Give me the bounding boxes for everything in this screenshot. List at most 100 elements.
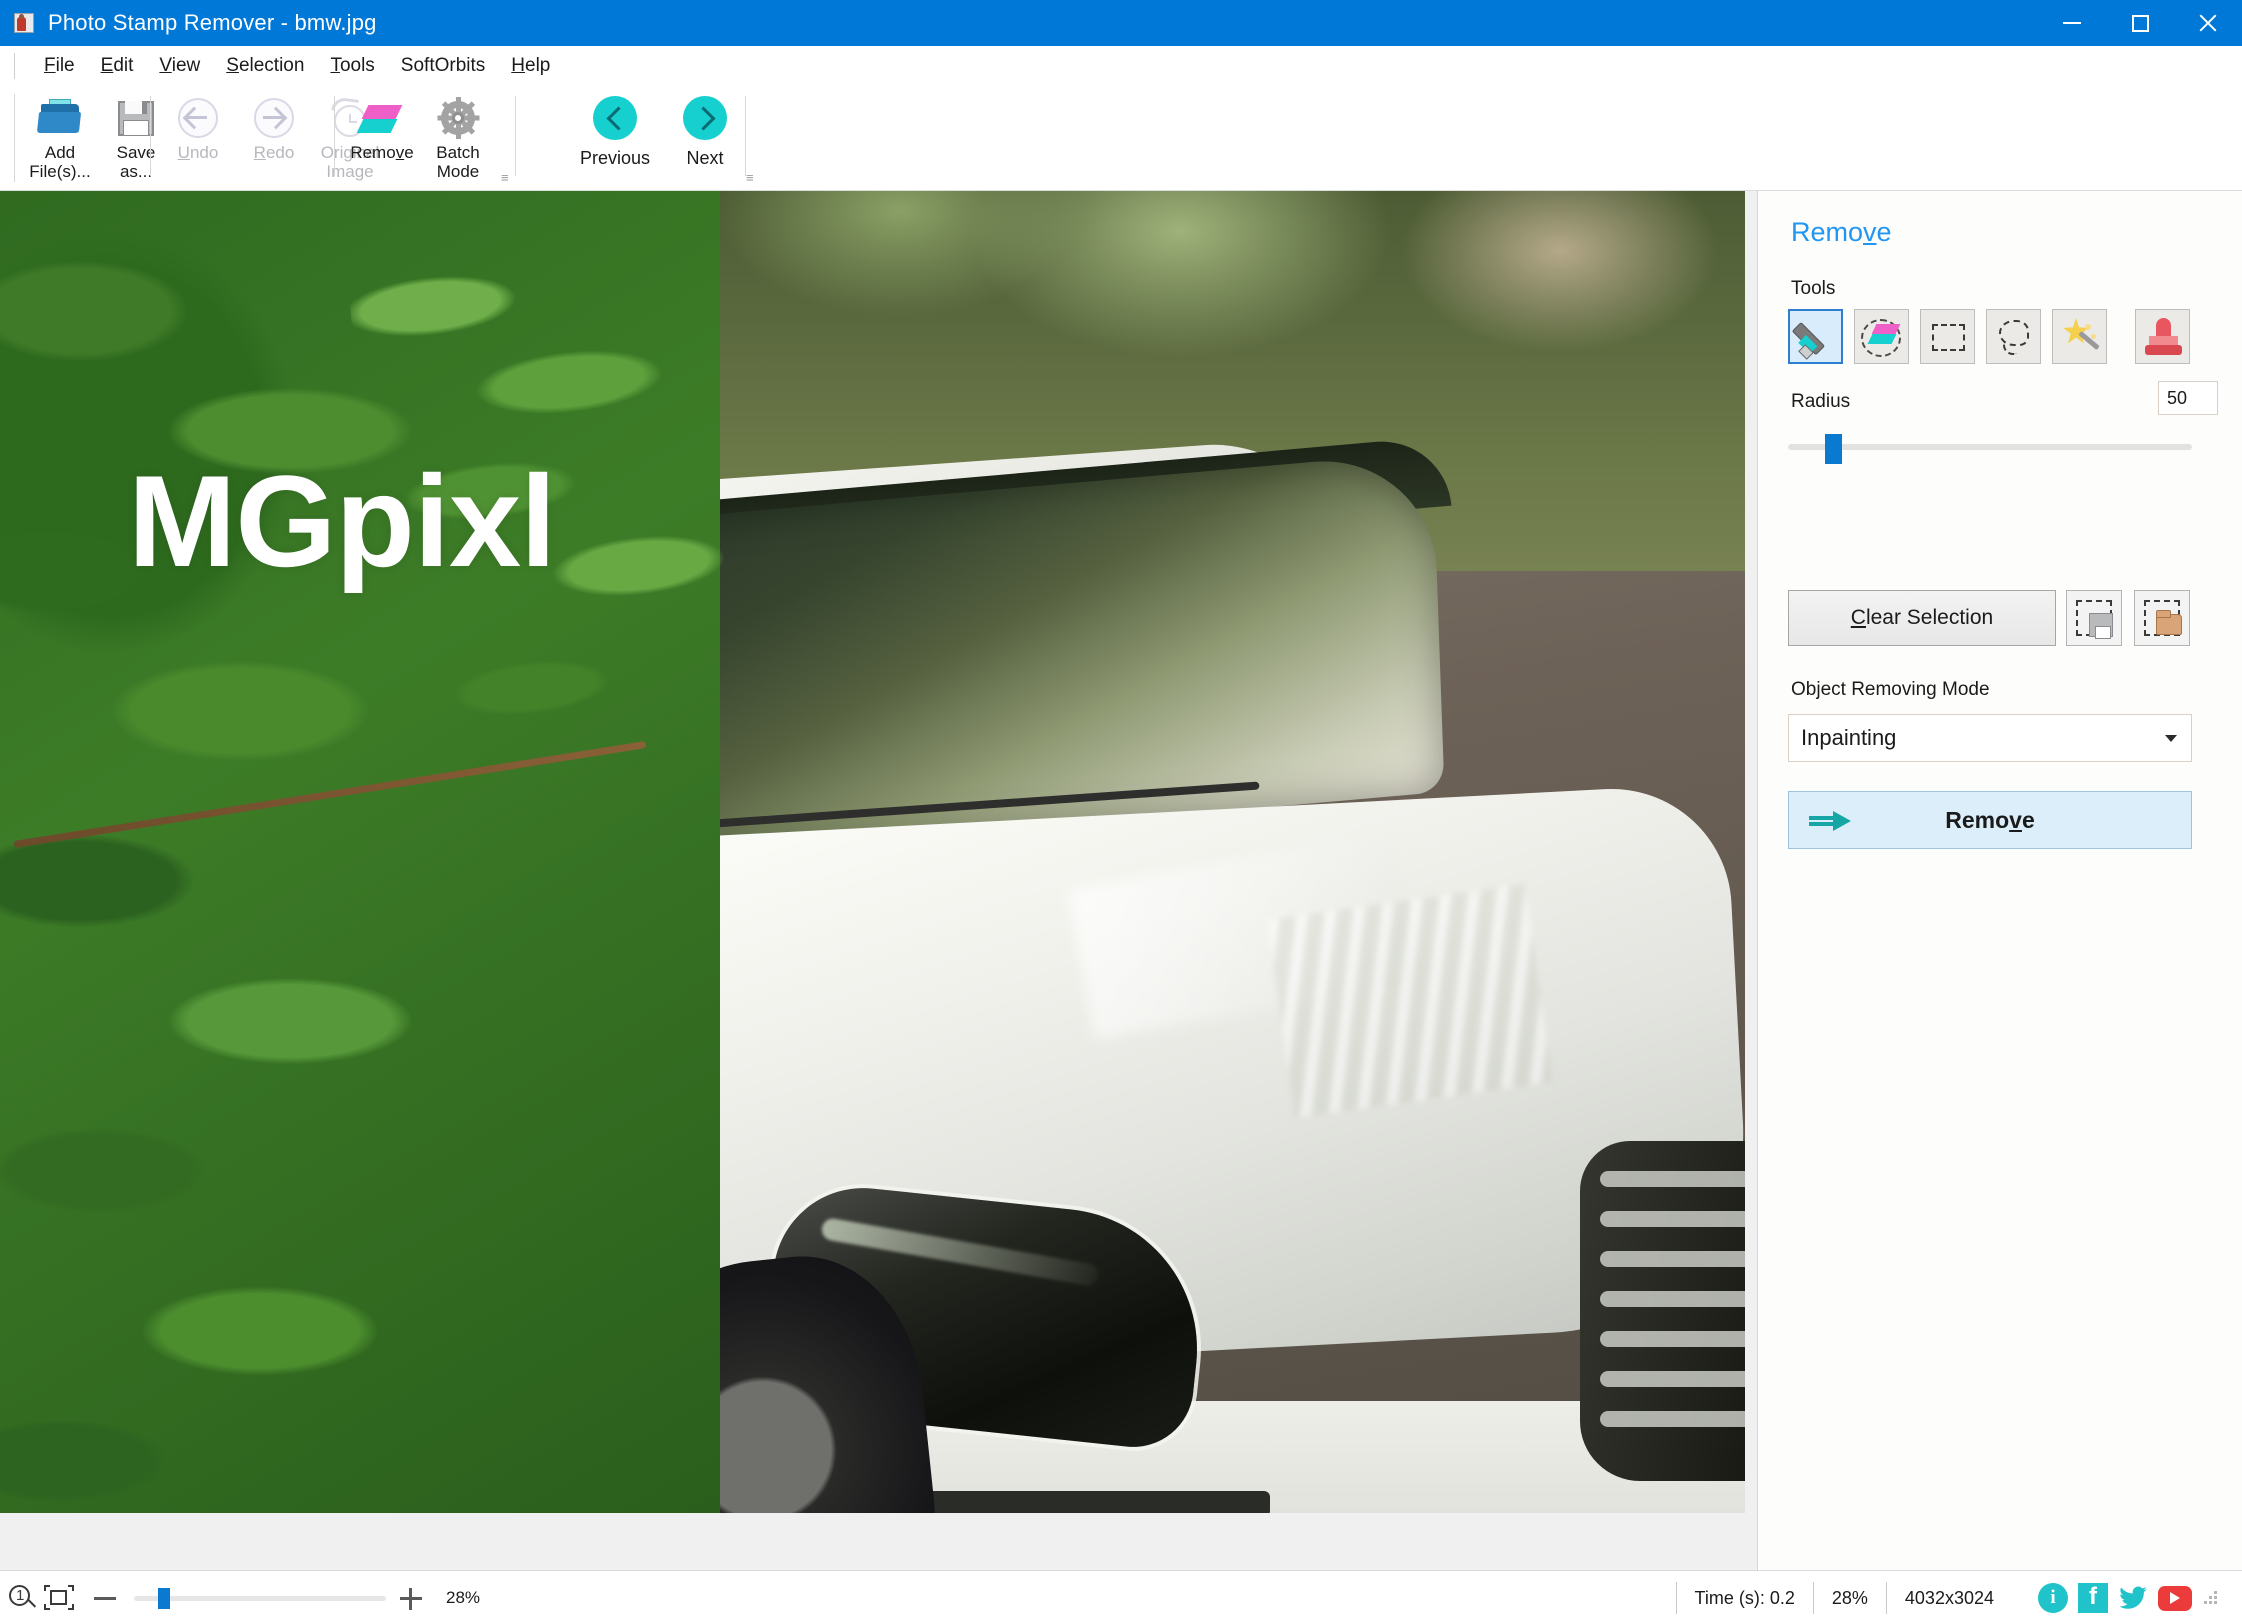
youtube-icon[interactable] [2158, 1585, 2192, 1611]
status-time: Time (s): 0.2 [1675, 1582, 1813, 1614]
remove-button[interactable]: Remove [1788, 791, 2192, 849]
menu-grip [14, 53, 17, 79]
status-zoom-percent: 28% [1812, 1582, 1886, 1614]
batch-mode-button[interactable]: Batch Mode [420, 90, 496, 181]
status-dimensions: 4032x3024 [1885, 1582, 2012, 1614]
remove-icon [356, 96, 405, 140]
toolbar-separator-4 [745, 96, 746, 176]
window-controls [2038, 0, 2242, 46]
add-files-label: Add File(s)... [29, 143, 91, 181]
toolbar-grip [14, 94, 17, 182]
zoom-slider[interactable] [134, 1581, 386, 1615]
toolbar-expander-2[interactable]: ≡ [746, 171, 754, 184]
rectangle-select-tool-button[interactable] [1920, 309, 1975, 364]
undo-label: Undo [177, 143, 219, 162]
marker-tool-button[interactable] [1788, 309, 1843, 364]
toolbar-separator-2 [334, 96, 335, 176]
window-title: Photo Stamp Remover - bmw.jpg [48, 10, 377, 35]
add-files-button[interactable]: Add File(s)... [22, 90, 98, 181]
next-button[interactable]: Next [660, 90, 750, 169]
clear-selection-button[interactable]: Clear Selection [1788, 590, 2056, 646]
redo-button[interactable]: Redo [236, 90, 312, 162]
social-links [2012, 1580, 2242, 1613]
arrow-right-icon [1809, 810, 1853, 832]
save-selection-button[interactable] [2066, 590, 2122, 646]
zoom-out-button[interactable] [88, 1581, 122, 1615]
menu-item-file[interactable]: File [31, 52, 88, 80]
remove-toolbar-button[interactable]: Remove [344, 90, 420, 162]
toolbar-expander-1[interactable]: ≡ [501, 171, 509, 184]
title-bar: Photo Stamp Remover - bmw.jpg [0, 0, 2242, 46]
previous-button[interactable]: Previous [570, 90, 660, 169]
photo-image[interactable]: MGpixl [0, 191, 1745, 1513]
image-canvas-area[interactable]: MGpixl [0, 191, 1758, 1570]
menu-item-softorbits[interactable]: SoftOrbits [388, 52, 498, 80]
load-selection-button[interactable] [2134, 590, 2190, 646]
menu-item-help[interactable]: Help [498, 52, 563, 80]
minimize-button[interactable] [2038, 0, 2106, 46]
panel-title: Remove [1791, 217, 1892, 247]
watermark-text: MGpixl [128, 448, 556, 594]
radius-label: Radius [1791, 391, 1851, 412]
previous-arrow-icon [593, 96, 637, 140]
close-button[interactable] [2174, 0, 2242, 46]
menu-bar: File Edit View Selection Tools SoftOrbit… [0, 46, 2242, 86]
zoom-percent-left: 28% [446, 1588, 481, 1607]
toolbar-group-file: Add File(s)... Save as... [22, 90, 174, 187]
status-bar-right: Time (s): 0.2 28% 4032x3024 [1675, 1571, 2242, 1624]
clone-stamp-tool-button[interactable] [2135, 309, 2190, 364]
remove-toolbar-label: Remove [350, 143, 414, 162]
tools-row [1788, 309, 2190, 364]
zoom-controls: 1 28% [6, 1581, 480, 1615]
radius-slider[interactable] [1788, 434, 2192, 464]
twitter-icon[interactable] [2118, 1583, 2148, 1613]
close-icon [2197, 12, 2219, 34]
next-arrow-icon [683, 96, 727, 140]
folder-icon [2156, 610, 2182, 635]
menu-item-selection[interactable]: Selection [213, 52, 317, 80]
zoom-fit-to-window-icon[interactable] [42, 1581, 76, 1615]
minimize-icon [2063, 22, 2081, 24]
lasso-select-tool-button[interactable] [1986, 309, 2041, 364]
redo-icon [251, 96, 297, 140]
info-icon[interactable] [2038, 1583, 2068, 1613]
radius-slider-track [1788, 444, 2192, 450]
object-removing-mode-select[interactable]: Inpainting [1788, 714, 2192, 762]
tool-bar: Add File(s)... Save as... Undo Redo Orig… [0, 86, 2242, 191]
toolbar-group-navigation: Previous Next ≡ [570, 90, 754, 187]
batch-mode-label: Batch Mode [436, 143, 480, 181]
status-bar: 1 28% Time (s): 0.2 28% 4032x3024 [0, 1570, 2242, 1624]
maximize-button[interactable] [2106, 0, 2174, 46]
toolbar-separator-3 [515, 96, 516, 176]
toolbar-separator-1 [150, 96, 151, 176]
undo-button[interactable]: Undo [160, 90, 236, 162]
radius-slider-thumb[interactable] [1825, 434, 1842, 464]
tools-label: Tools [1791, 278, 1836, 299]
remove-panel: Remove Tools Radius 50 Clear Selection O… [1759, 191, 2242, 1570]
maximize-icon [2131, 14, 2149, 32]
zoom-actual-size-icon[interactable]: 1 [6, 1581, 40, 1615]
menu-item-edit[interactable]: Edit [88, 52, 147, 80]
next-label: Next [686, 148, 724, 168]
previous-label: Previous [579, 148, 651, 168]
eraser-tool-button[interactable] [1854, 309, 1909, 364]
chevron-down-icon [2165, 735, 2177, 742]
resize-grip[interactable] [2202, 1589, 2220, 1607]
magic-wand-tool-button[interactable] [2052, 309, 2107, 364]
radius-input[interactable]: 50 [2158, 381, 2218, 415]
menu-item-view[interactable]: View [146, 52, 213, 80]
toolbar-group-actions: Remove Batch Mode ≡ [344, 90, 509, 187]
floppy-disk-icon [113, 96, 159, 140]
redo-label: Redo [253, 143, 295, 162]
facebook-icon[interactable] [2078, 1580, 2108, 1613]
zoom-slider-thumb[interactable] [158, 1588, 170, 1609]
object-removing-mode-label: Object Removing Mode [1791, 679, 1990, 700]
menu-item-tools[interactable]: Tools [317, 52, 387, 80]
application-window: Photo Stamp Remover - bmw.jpg File Edit … [0, 0, 2242, 1624]
app-icon [14, 12, 36, 34]
undo-icon [175, 96, 221, 140]
open-folder-icon [36, 96, 83, 140]
object-removing-mode-value: Inpainting [1801, 725, 1897, 750]
zoom-slider-track [134, 1596, 386, 1601]
zoom-in-button[interactable] [394, 1581, 428, 1615]
